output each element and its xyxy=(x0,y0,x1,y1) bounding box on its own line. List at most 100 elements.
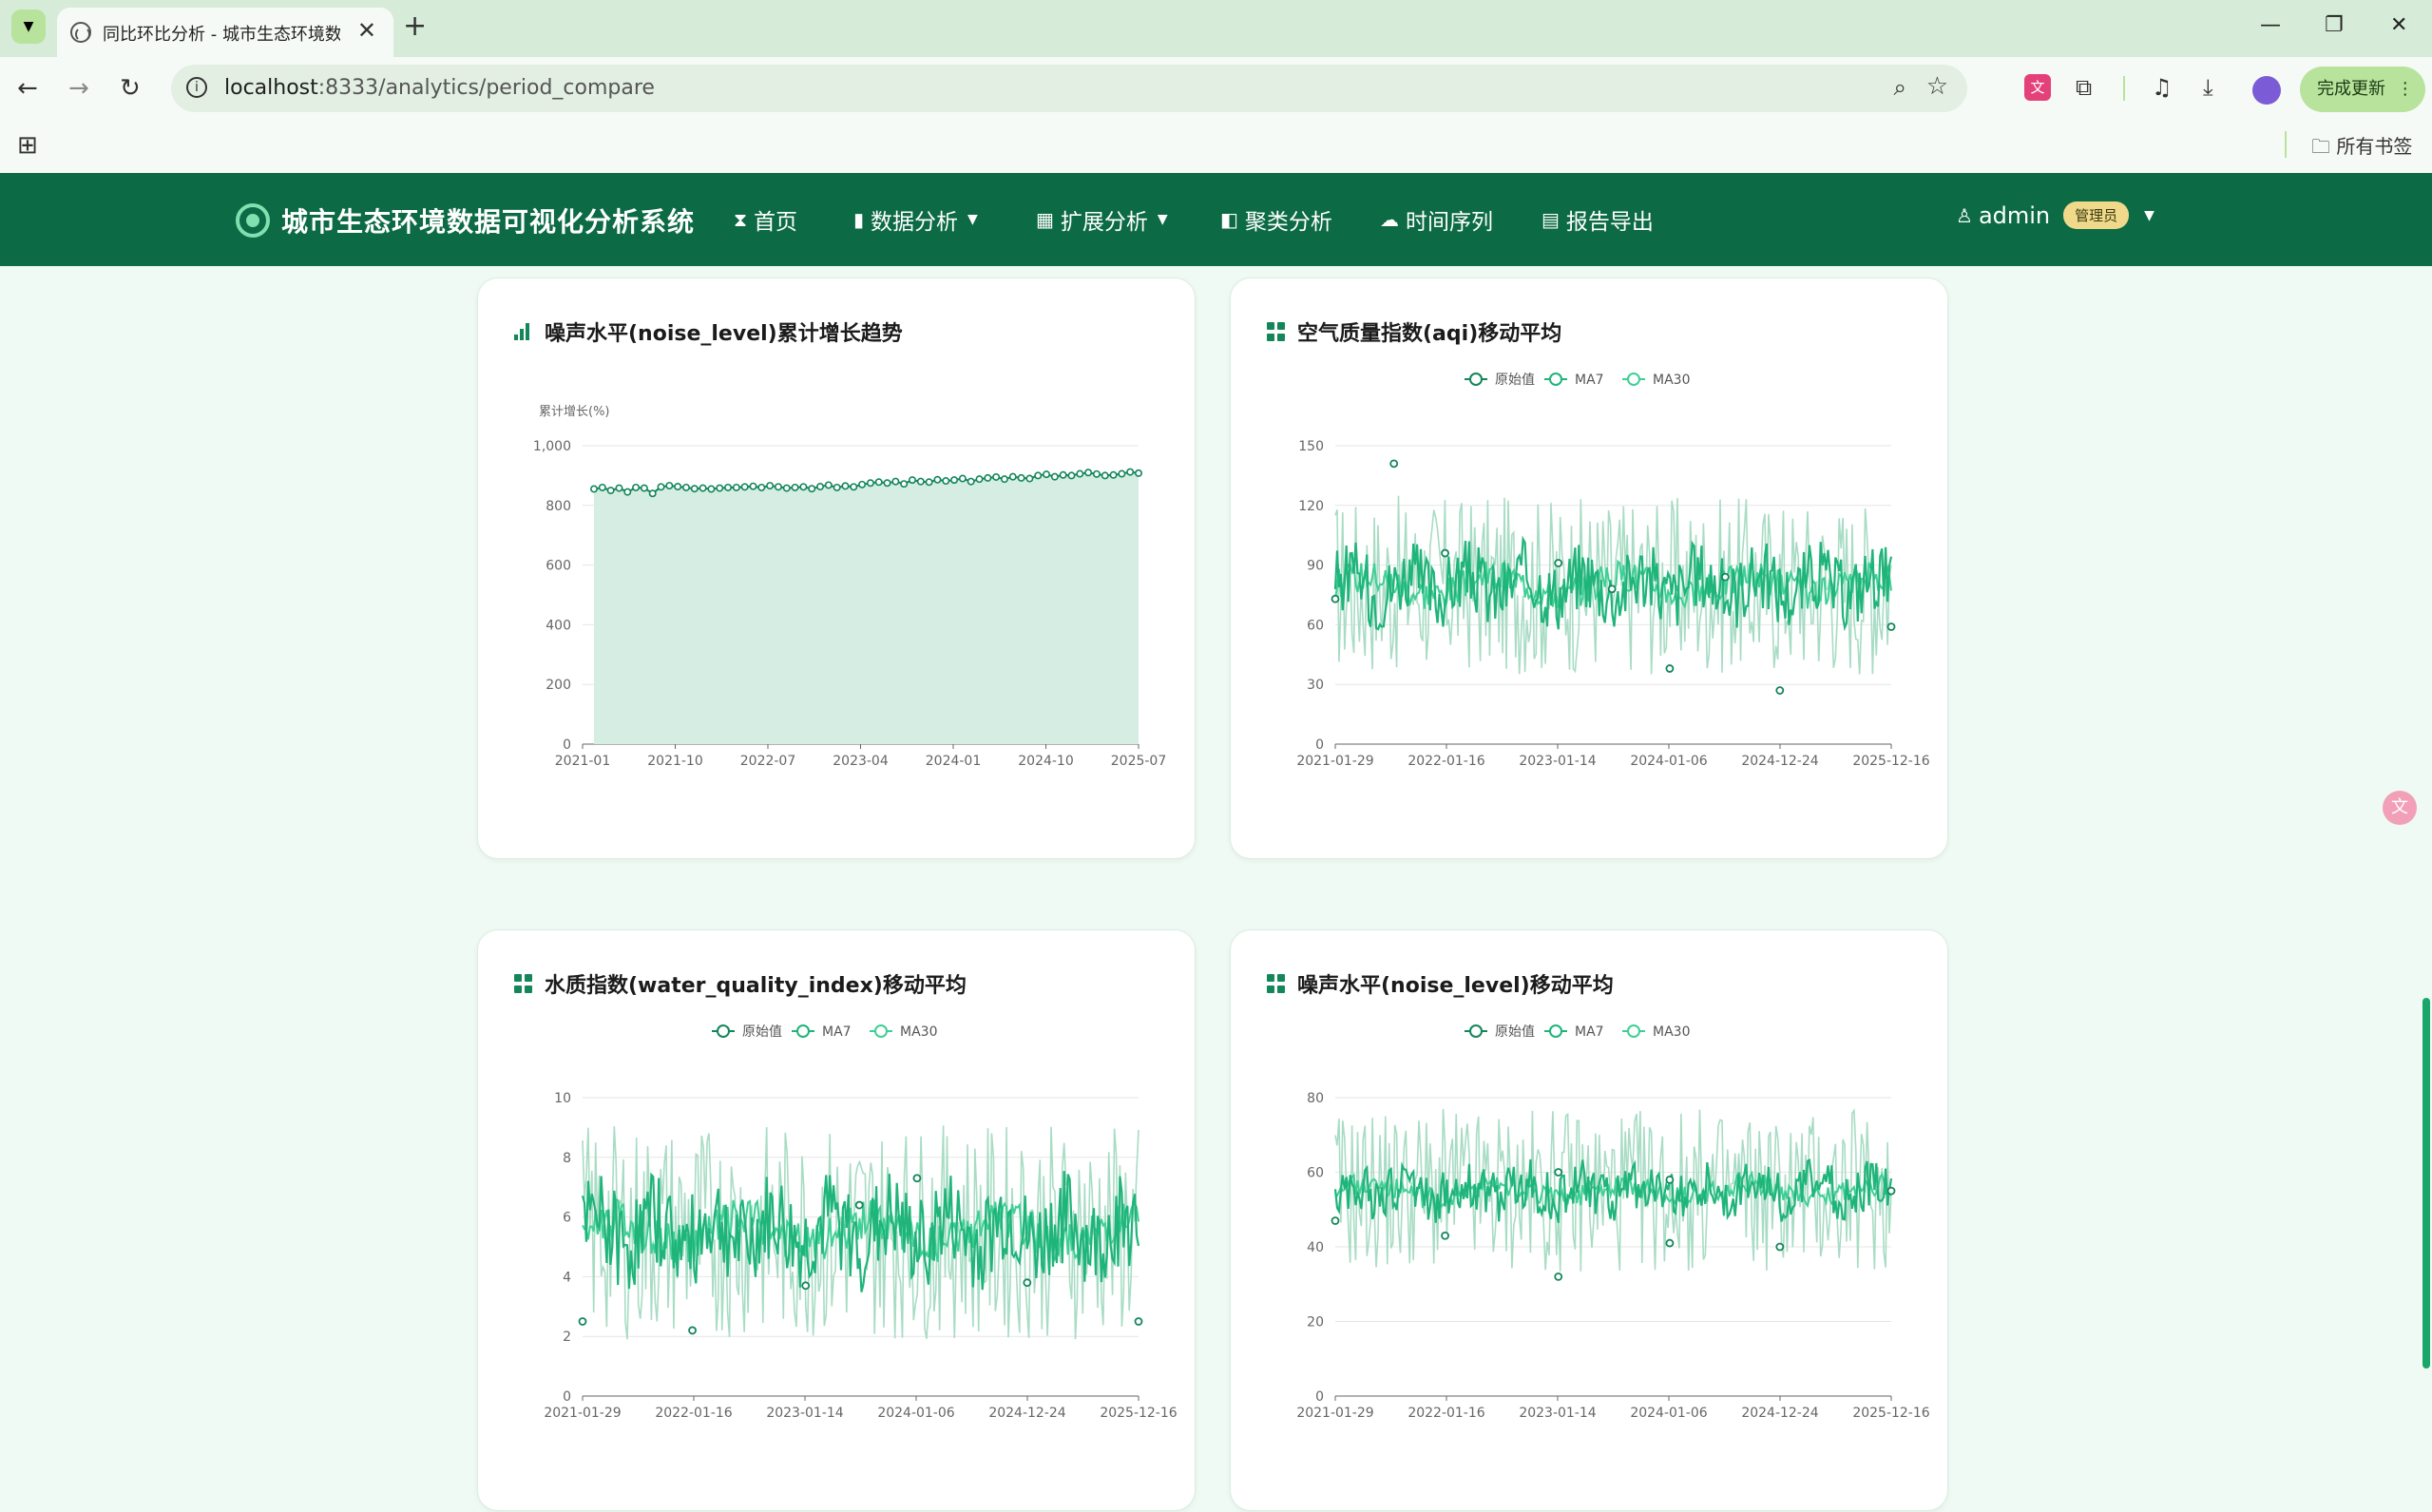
y-axis-label: 累计增长(%) xyxy=(539,405,610,419)
y-tick-label: 40 xyxy=(1307,1240,1324,1255)
data-point xyxy=(606,487,615,495)
restore-icon[interactable]: ❐ xyxy=(2325,13,2344,37)
data-point xyxy=(1389,459,1399,469)
translate-float-icon[interactable]: 文 xyxy=(2383,791,2417,825)
data-point xyxy=(724,483,733,491)
profile-avatar[interactable] xyxy=(2252,76,2281,105)
apps-grid-icon[interactable]: ⊞ xyxy=(17,131,38,160)
data-point xyxy=(1665,664,1675,673)
x-tick-label: 2023-01-14 xyxy=(1519,1406,1596,1421)
minimize-icon[interactable]: — xyxy=(2260,13,2281,37)
bookmark-star-icon[interactable]: ☆ xyxy=(1926,72,1948,101)
reload-icon[interactable]: ↻ xyxy=(120,74,141,103)
globe-icon xyxy=(70,22,91,43)
all-bookmarks-label: 所有书签 xyxy=(2336,135,2413,158)
chart-noise-cumulative: 0 200 400 600 800 1,000 2021-01 2021-10 2022-07 2… xyxy=(533,405,1166,769)
back-icon[interactable]: ← xyxy=(17,74,38,103)
nav-item-report-export[interactable]: ▤ 报告导出 xyxy=(1542,203,1654,236)
chart-card-water-quality-moving-average: 水质指数(water_quality_index)移动平均 0 2 4 6 8 10 202… xyxy=(477,929,1196,1511)
data-point xyxy=(1665,1238,1675,1248)
data-point xyxy=(1134,469,1142,477)
legend-raw-marker xyxy=(1469,1024,1483,1038)
brand-title: 城市生态环境数据可视化分析系统 xyxy=(281,206,696,238)
chart-noise-moving-average: 0 20 40 60 80 2021-01-29 2022-01-16 2023-01-14 2… xyxy=(1296,1024,1930,1421)
chart-card-aqi-moving-average: 空气质量指数(aqi)移动平均 0 30 60 90 120 150 2021-01-29 2… xyxy=(1230,278,1948,859)
data-point xyxy=(874,478,883,487)
data-point xyxy=(933,475,942,484)
data-point xyxy=(1886,622,1896,631)
address-bar[interactable]: i localhost:8333/analytics/period_compar… xyxy=(171,65,1967,112)
bookmarks-bar: ⊞ 🗀 所有书签 xyxy=(0,120,2432,173)
brand[interactable]: 城市生态环境数据可视化分析系统 xyxy=(236,201,695,239)
data-point xyxy=(1067,471,1076,480)
media-control-icon[interactable]: ♫ xyxy=(2152,74,2173,101)
data-point xyxy=(854,1200,864,1210)
app-navbar: 城市生态环境数据可视化分析系统 ⧗ 首页 ▮ 数据分析 ▼ ▦ 扩展分析 ▼ ◧ 聚类分析 … xyxy=(0,173,2432,266)
all-bookmarks-folder[interactable]: 🗀 所有书签 xyxy=(2311,131,2412,165)
update-button-label: 完成更新 xyxy=(2317,79,2385,99)
x-tick-label: 2022-01-16 xyxy=(1407,1406,1484,1421)
nav-item-label: 时间序列 xyxy=(1406,210,1493,235)
window-close-icon[interactable]: ✕ xyxy=(2390,13,2407,37)
data-point xyxy=(1331,1216,1340,1225)
x-tick-label: 2022-01-16 xyxy=(655,1406,732,1421)
legend-ma7-marker xyxy=(796,1024,810,1038)
data-point xyxy=(690,485,699,493)
bookmarks-divider xyxy=(2285,131,2287,158)
x-tick-label: 2023-04 xyxy=(833,754,889,769)
chart-aqi-moving-average: 0 30 60 90 120 150 2021-01-29 2022-01-16 2023-01… xyxy=(1296,373,1930,769)
y-tick-label: 2 xyxy=(563,1330,571,1345)
data-point xyxy=(648,489,657,498)
data-point xyxy=(681,483,690,491)
new-tab-icon[interactable]: + xyxy=(403,10,427,43)
data-point xyxy=(590,485,599,493)
data-point xyxy=(1134,1317,1143,1326)
data-point xyxy=(782,484,791,492)
browser-tab-active[interactable]: 同比环比分析 - 城市生态环境数 ✕ xyxy=(57,8,393,57)
site-info-icon[interactable]: i xyxy=(186,77,207,98)
page-scrollbar[interactable] xyxy=(2422,998,2430,1368)
folder-icon: 🗀 xyxy=(2311,135,2330,158)
data-point xyxy=(1084,469,1093,477)
update-button[interactable]: 完成更新 ⋮ xyxy=(2300,67,2425,112)
data-point xyxy=(1441,548,1449,558)
y-tick-label: 400 xyxy=(546,618,571,633)
cloud-icon: ☁ xyxy=(1380,208,1399,231)
browser-tabstrip: ▼ 同比环比分析 - 城市生态环境数 ✕ + — ❐ ✕ xyxy=(0,0,2432,57)
data-point xyxy=(975,475,984,484)
layout-icon: ◧ xyxy=(1220,208,1238,231)
y-tick-label: 60 xyxy=(1307,618,1324,633)
extensions-icon[interactable]: ⧉ xyxy=(2076,74,2092,101)
data-point xyxy=(1775,1242,1785,1252)
data-point xyxy=(1023,1278,1032,1288)
user-icon: ♙ xyxy=(1956,203,1973,227)
y-tick-label: 1,000 xyxy=(533,439,571,454)
forward-icon[interactable]: → xyxy=(68,74,89,103)
nav-item-extended-analysis[interactable]: ▦ 扩展分析 ▼ xyxy=(1036,203,1168,236)
x-tick-label: 2021-10 xyxy=(647,754,703,769)
nav-item-home[interactable]: ⧗ 首页 xyxy=(734,203,797,236)
x-tick-label: 2024-12-24 xyxy=(1741,1406,1818,1421)
nav-item-data-analysis[interactable]: ▮ 数据分析 ▼ xyxy=(853,203,978,236)
data-point xyxy=(665,482,674,490)
nav-item-label: 数据分析 xyxy=(871,210,959,235)
download-icon[interactable]: ⤓ xyxy=(2203,74,2213,101)
user-menu[interactable]: ♙ admin 管理员 ▼ xyxy=(1956,201,2154,229)
user-name: admin xyxy=(1978,201,2051,229)
y-tick-label: 0 xyxy=(1315,1389,1324,1405)
caret-down-icon: ▼ xyxy=(1157,212,1168,227)
legend-ma30-label: MA30 xyxy=(1653,1024,1690,1040)
zoom-icon[interactable]: ⌕ xyxy=(1894,74,1906,101)
y-tick-label: 0 xyxy=(563,1389,571,1405)
x-tick-label: 2021-01 xyxy=(555,754,611,769)
legend-ma30-label: MA30 xyxy=(1653,373,1690,388)
legend-raw-label: 原始值 xyxy=(1495,373,1535,388)
data-point xyxy=(916,477,925,486)
nav-item-cluster-analysis[interactable]: ◧ 聚类分析 xyxy=(1220,203,1332,236)
close-icon[interactable]: ✕ xyxy=(357,17,376,44)
nav-item-time-series[interactable]: ☁ 时间序列 xyxy=(1380,203,1493,236)
url-text[interactable]: localhost:8333/analytics/period_compare xyxy=(224,76,655,100)
y-tick-label: 6 xyxy=(563,1211,571,1226)
tab-search-button[interactable]: ▼ xyxy=(11,10,46,44)
translate-extension-icon[interactable]: 文 xyxy=(2024,74,2051,101)
